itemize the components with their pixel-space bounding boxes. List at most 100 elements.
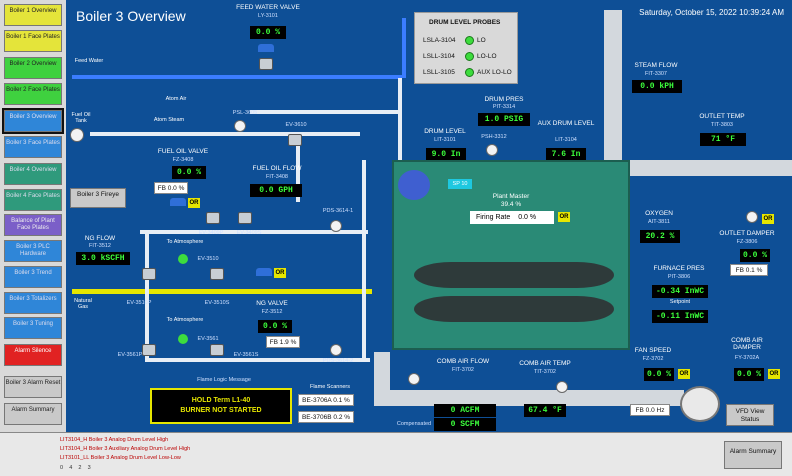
sidebar-item[interactable]: Alarm Silence [4,344,62,366]
sidebar-item[interactable]: Boiler 1 Face Plates [4,30,62,52]
ev3409s-valve-icon[interactable] [238,212,252,224]
alarm-summary-button[interactable]: Alarm Summary [724,441,782,469]
drum-pres-value[interactable]: 1.0 PSIG [478,113,530,126]
sidebar-item[interactable]: Boiler 4 Face Plates [4,189,62,211]
atom-air-label: Atom Air [165,96,187,102]
comb-air-flow-tag: FIT-3702 [451,367,474,373]
alarm-banner: LIT3104_H Boiler 3 Analog Drum Level Hig… [0,432,792,476]
ev3610-valve-icon[interactable] [288,134,302,146]
ng-flow-tag: FIT-3512 [88,243,111,249]
furnace-pres-title: FURNACE PRES [653,265,705,272]
fan-speed-title: FAN SPEED [634,347,672,354]
furnace-setpoint-value[interactable]: -0.11 InWC [652,310,708,323]
sidebar-item[interactable]: Alarm Summary [4,403,62,425]
fuel-oil-valve-fb: FB 0.0 % [154,182,188,194]
ev3510s-tag: EV-3510S [204,300,230,306]
feed-water-pipe [72,75,402,79]
firing-rate-box[interactable]: Firing Rate 0.0 % [470,211,554,224]
sidebar-item[interactable]: Boiler 3 Alarm Reset [4,376,62,398]
alarm-counts: 0 4 2 3 [60,465,91,471]
ev3561-indicator-icon[interactable] [178,334,188,344]
tank-icon [70,128,84,142]
alarm-line[interactable]: LIT3104_H Boiler 3 Auxiliary Analog Drum… [60,446,190,452]
ev3561p-tag: EV-3561P [117,352,143,358]
comb-air-flow-scfm[interactable]: 0 SCFM [434,418,496,431]
furnace-pres-value[interactable]: -0.34 InWC [652,285,708,298]
ev3510-tag: EV-3510 [197,256,219,262]
comb-air-flow-acfm[interactable]: 0 ACFM [434,404,496,417]
ng-valve-value[interactable]: 0.0 % [258,320,292,333]
alarm-count: 2 [78,465,82,471]
flame-scanner-a: BE-3706A 0.1 % [298,394,354,406]
status-led-icon [465,52,474,61]
atom-air-pipe [250,110,400,114]
outlet-temp-value[interactable]: 71 °F [700,133,746,146]
outlet-damper-fb: FB 0.1 % [730,264,768,276]
sidebar-item[interactable]: Boiler 1 Overview [4,4,62,26]
boiler-fireye-button[interactable]: Boiler 3 Fireye [70,188,126,208]
probes-title: DRUM LEVEL PROBES [429,19,501,26]
fuel-oil-valve-title: FUEL OIL VALVE [157,148,209,155]
steam-flow-title: STEAM FLOW [634,62,678,69]
pressure-gauge-icon [486,144,498,156]
fuel-oil-tank-label: Fuel Oil Tank [71,112,91,124]
sidebar-item[interactable]: Boiler 3 Face Plates [4,136,62,158]
furnace-pres-tag: PIT-3806 [667,274,691,280]
ev3561s-tag: EV-3561S [233,352,259,358]
furnace-tube-upper [414,262,614,288]
combustion-fan-icon [680,386,720,422]
outlet-damper-actuator-icon[interactable] [746,211,758,223]
feed-water-label: Feed Water [74,58,104,64]
oxygen-value[interactable]: 20.2 % [640,230,680,243]
flame-scanner-b: BE-3706B 0.2 % [298,411,354,423]
sidebar-item[interactable]: Balance of Plant Face Plates [4,214,62,236]
comb-air-temp-value[interactable]: 67.4 °F [524,404,566,417]
alarm-line[interactable]: LIT3101_LL Boiler 3 Analog Drum Level Lo… [60,455,181,461]
sidebar-item[interactable]: Boiler 3 Totalizers [4,292,62,314]
alarm-count: 3 [87,465,91,471]
flow-transmitter-icon [408,373,420,385]
probe-tag-1: LSLA-3104 [423,37,456,44]
comb-air-damper-value[interactable]: 0.0 % [734,368,764,381]
feedwater-valve-icon[interactable] [258,44,274,52]
sidebar-item[interactable]: Boiler 4 Overview [4,163,62,185]
drum-pres-tag: PIT-3314 [492,104,516,110]
ng-valve-title: NG VALVE [256,300,288,307]
fuel-oil-valve-tag: FZ-3408 [172,157,194,163]
sidebar-item[interactable]: Boiler 2 Face Plates [4,83,62,105]
outlet-damper-value[interactable]: 0.0 % [740,249,770,262]
steam-stack [604,10,622,160]
ev3409p-valve-icon[interactable] [206,212,220,224]
fan-speed-value[interactable]: 0.0 % [644,368,674,381]
ng-valve-icon[interactable] [256,268,272,276]
alarm-line[interactable]: LIT3104_H Boiler 3 Analog Drum Level Hig… [60,437,168,443]
feedwater-value[interactable]: 0.0 % [250,26,286,39]
vfd-view-status-button[interactable]: VFD View Status [726,404,774,426]
fuel-oil-flow-tag: FIT-3408 [265,174,288,180]
outlet-temp-title: OUTLET TEMP [699,113,745,120]
sidebar-item[interactable]: Boiler 3 Overview [2,108,64,134]
outlet-duct [630,160,792,176]
feedwater-valve-body-icon [259,58,273,70]
ng-valve-fb: FB 1.9 % [266,336,300,348]
feedwater-title: FEED WATER VALVE [236,4,300,11]
sidebar-item[interactable]: Boiler 2 Overview [4,57,62,79]
ev3510p-valve-icon[interactable] [142,268,156,280]
fuel-oil-valve-value[interactable]: 0.0 % [172,166,206,179]
ev3510-indicator-icon[interactable] [178,254,188,264]
ev3510p-tag: EV-3510P [126,300,152,306]
psh-tag: PSH-3312 [481,134,507,140]
steam-flow-value[interactable]: 0.0 kPH [632,80,682,93]
sidebar-item[interactable]: Boiler 3 Tuning [4,317,62,339]
sidebar-item[interactable]: Boiler 3 PLC Hardware [4,240,62,262]
ev3561s-valve-icon[interactable] [210,344,224,356]
sidebar-item[interactable]: Boiler 3 Trend [4,266,62,288]
fuel-oil-valve-icon[interactable] [170,198,186,206]
ev3510s-valve-icon[interactable] [210,268,224,280]
or-badge: OR [768,369,780,379]
probe-tag-3: LSLL-3105 [423,69,455,76]
ng-flow-value[interactable]: 3.0 kSCFH [76,252,130,265]
ng-valve-tag: FZ-3512 [261,309,283,315]
fuel-oil-flow-value[interactable]: 0.0 GPH [250,184,302,197]
pressure-gauge-icon [234,120,246,132]
